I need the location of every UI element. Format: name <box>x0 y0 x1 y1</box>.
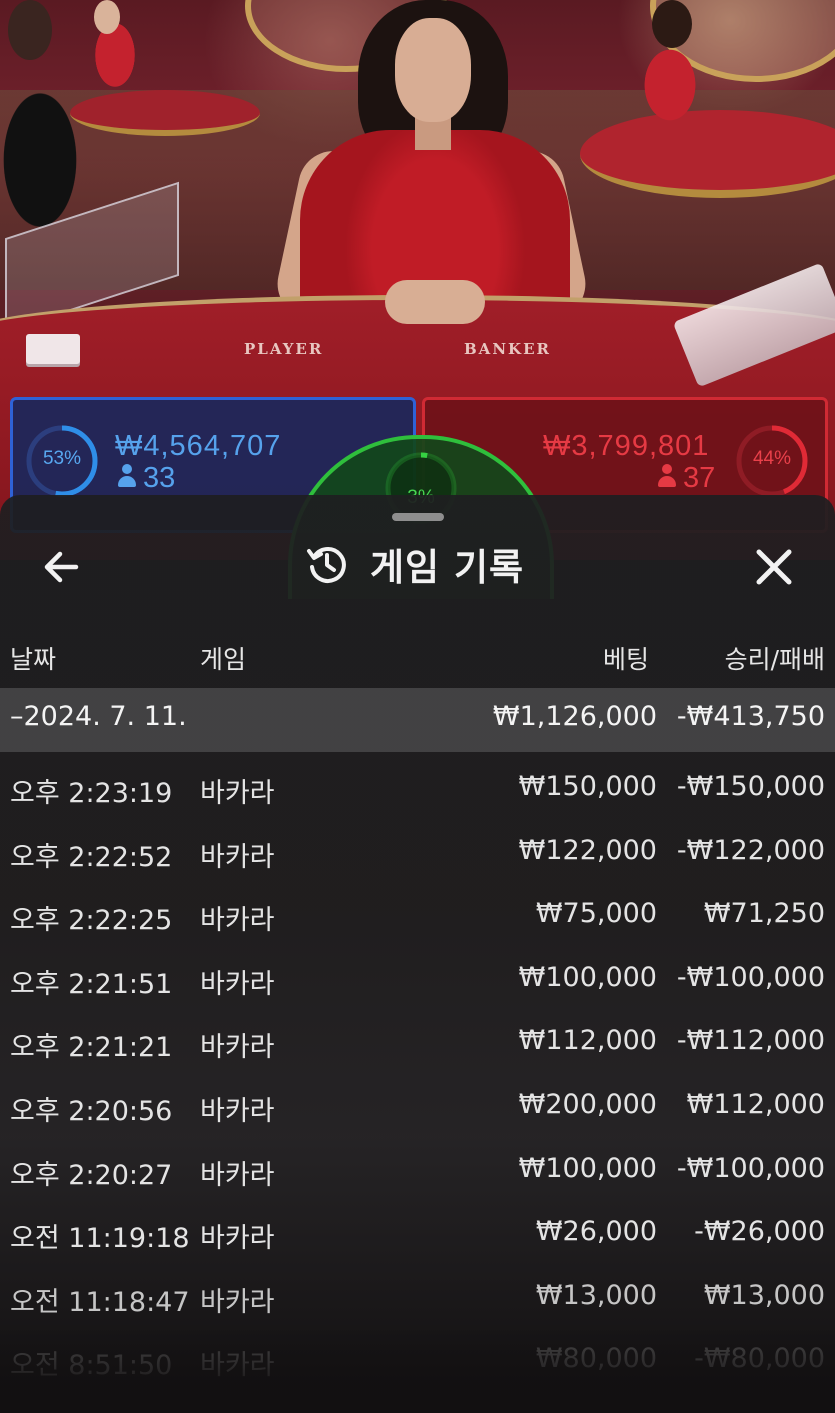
history-row[interactable]: 오후 2:23:19 바카라 ₩150,000 -₩150,000 <box>0 759 835 823</box>
row-win-loss: ₩112,000 <box>686 1088 825 1120</box>
column-header-date: 날짜 <box>10 645 57 674</box>
card-stack <box>26 334 80 364</box>
back-button[interactable] <box>38 543 86 591</box>
group-total-bet: ₩1,126,000 <box>492 701 657 732</box>
history-row[interactable]: 오후 2:20:56 바카라 ₩200,000 ₩112,000 <box>0 1077 835 1141</box>
row-game: 바카라 <box>200 1223 275 1255</box>
row-win-loss: -₩122,000 <box>676 834 825 866</box>
row-time: 오후 2:21:21 <box>10 1032 173 1064</box>
column-header-win-loss: 승리/패배 <box>724 645 825 674</box>
background-dealer-head <box>94 0 120 34</box>
user-icon <box>117 463 137 489</box>
row-win-loss: -₩150,000 <box>676 771 825 802</box>
sheet-drag-handle[interactable] <box>392 513 444 521</box>
row-game: 바카라 <box>200 1095 275 1127</box>
banker-percent-ring <box>736 425 808 497</box>
player-bettor-count-value: 33 <box>143 462 176 494</box>
history-row[interactable]: 오후 2:22:52 바카라 ₩122,000 -₩122,000 <box>0 823 835 887</box>
table-label-player: PLAYER <box>244 340 324 358</box>
row-time: 오후 2:20:56 <box>10 1095 173 1127</box>
row-game: 바카라 <box>200 1350 275 1382</box>
row-bet: ₩150,000 <box>518 771 657 802</box>
row-game: 바카라 <box>200 778 275 809</box>
row-win-loss: -₩80,000 <box>694 1343 825 1375</box>
row-win-loss: -₩112,000 <box>676 1025 825 1057</box>
row-bet: ₩100,000 <box>518 1152 657 1184</box>
row-time: 오후 2:22:25 <box>10 905 173 937</box>
row-win-loss: -₩26,000 <box>694 1216 825 1248</box>
row-win-loss: ₩13,000 <box>703 1279 825 1311</box>
background-dealer-head <box>652 0 692 48</box>
close-button[interactable] <box>748 541 800 593</box>
banker-bet-amount: ₩3,799,801 <box>543 430 710 462</box>
row-time: 오전 8:51:50 <box>10 1350 173 1382</box>
history-list: 오후 2:23:19 바카라 ₩150,000 -₩150,000 오후 2:2… <box>0 759 835 1395</box>
dealer-hands <box>385 280 485 324</box>
side-dealer-head <box>8 0 52 60</box>
row-time: 오후 2:21:51 <box>10 968 173 1000</box>
date-group-row[interactable]: –2024. 7. 11. ₩1,126,000 -₩413,750 <box>0 688 835 752</box>
back-arrow-icon <box>44 551 79 583</box>
history-row[interactable]: 오후 2:20:27 바카라 ₩100,000 -₩100,000 <box>0 1141 835 1205</box>
player-percent-ring <box>26 425 98 497</box>
row-bet: ₩100,000 <box>518 961 657 993</box>
player-bet-amount: ₩4,564,707 <box>115 430 282 462</box>
row-game: 바카라 <box>200 1286 275 1318</box>
history-row[interactable]: 오전 11:19:18 바카라 ₩26,000 -₩26,000 <box>0 1204 835 1268</box>
row-bet: ₩13,000 <box>535 1279 657 1311</box>
column-header-bet: 베팅 <box>602 645 649 674</box>
player-bettor-count: 33 <box>117 462 175 495</box>
row-time: 오후 2:20:27 <box>10 1159 173 1191</box>
user-icon <box>657 463 677 489</box>
table-label-banker: BANKER <box>464 340 551 358</box>
close-icon <box>756 549 792 585</box>
row-game: 바카라 <box>200 1032 275 1064</box>
row-time: 오후 2:22:52 <box>10 841 173 873</box>
sheet-title: 게임 기록 <box>370 546 525 589</box>
history-row[interactable]: 오후 2:22:25 바카라 ₩75,000 ₩71,250 <box>0 886 835 950</box>
row-time: 오후 2:23:19 <box>10 778 173 809</box>
app-root: PLAYER BANKER 53% ₩4,564,707 33 44% ₩3,7… <box>0 0 835 1413</box>
sheet-header: 게임 기록 <box>306 539 524 589</box>
row-bet: ₩112,000 <box>518 1025 657 1057</box>
game-history-sheet: 게임 기록 날짜 게임 베팅 승리/패배 –2024. 7. 11. ₩1,12… <box>0 495 835 1413</box>
dealer-face <box>395 18 471 122</box>
row-time: 오전 11:19:18 <box>10 1223 190 1255</box>
group-date: –2024. 7. 11. <box>10 701 187 732</box>
row-win-loss: -₩100,000 <box>676 1152 825 1184</box>
row-bet: ₩122,000 <box>518 834 657 866</box>
row-bet: ₩80,000 <box>535 1343 657 1375</box>
history-row[interactable]: 오후 2:21:51 바카라 ₩100,000 -₩100,000 <box>0 950 835 1014</box>
row-game: 바카라 <box>200 1159 275 1191</box>
row-win-loss: ₩71,250 <box>703 898 825 930</box>
column-header-game: 게임 <box>200 645 247 674</box>
history-row[interactable]: 오전 11:18:47 바카라 ₩13,000 ₩13,000 <box>0 1268 835 1332</box>
row-win-loss: -₩100,000 <box>676 961 825 993</box>
row-time: 오전 11:18:47 <box>10 1286 190 1318</box>
history-row[interactable]: 오후 2:21:21 바카라 ₩112,000 -₩112,000 <box>0 1013 835 1077</box>
row-game: 바카라 <box>200 905 275 937</box>
banker-bettor-count-value: 37 <box>683 462 716 494</box>
banker-bettor-count: 37 <box>657 462 715 495</box>
row-bet: ₩200,000 <box>518 1088 657 1120</box>
row-game: 바카라 <box>200 841 275 873</box>
history-row[interactable]: 오전 8:51:50 바카라 ₩80,000 -₩80,000 <box>0 1331 835 1395</box>
row-bet: ₩26,000 <box>535 1216 657 1248</box>
row-game: 바카라 <box>200 968 275 1000</box>
row-bet: ₩75,000 <box>535 898 657 930</box>
group-total-win-loss: -₩413,750 <box>676 701 825 732</box>
history-icon <box>307 546 346 583</box>
